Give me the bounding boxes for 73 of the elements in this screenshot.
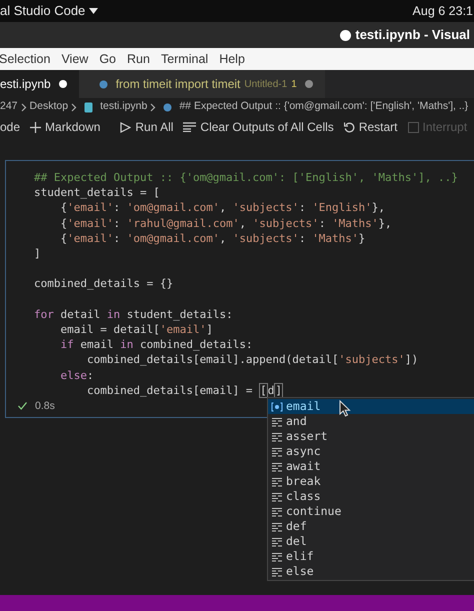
code-line: else:	[59, 368, 95, 383]
suggestion-item[interactable]: email	[268, 399, 474, 414]
clock: Aug 6 23:1	[412, 2, 474, 20]
editor-tab[interactable]: from timeit import timeit Untitled-1 1	[78, 70, 325, 98]
chevron-icon	[71, 102, 78, 112]
keyword-icon	[271, 492, 283, 502]
suggestion-item[interactable]: await	[268, 459, 474, 474]
keyword-icon	[271, 446, 283, 456]
chevron-icon	[20, 102, 27, 112]
tab-description: Untitled-1	[244, 78, 288, 92]
keyword-icon	[271, 536, 283, 546]
caret-icon	[89, 8, 98, 14]
window-title: testi.ipynb - Visual	[355, 26, 470, 44]
code-line: ## Expected Output :: {'om@gmail.com': ['English', 'Maths'], ..}	[34, 170, 459, 186]
keyword-icon	[271, 462, 283, 472]
toolbar-button[interactable]: Run All	[120, 118, 174, 136]
suggestion-item[interactable]: assert	[268, 429, 474, 444]
keyword-icon	[271, 416, 283, 426]
suggestion-item[interactable]: elif	[268, 549, 474, 564]
mouse-pointer-icon	[339, 400, 351, 417]
breadcrumb-item[interactable]: ## Expected Output :: {'om@gmail.com': ['English', 'Maths'], ..}	[179, 99, 468, 115]
play-icon	[120, 122, 132, 132]
suggestion-item[interactable]: async	[268, 444, 474, 459]
code-line: student_details = [	[34, 185, 161, 200]
code-line: {'email': 'om@gmail.com', 'subjects': 'English'},	[59, 200, 386, 216]
keyword-icon	[271, 566, 283, 576]
suggestion-item[interactable]: break	[268, 474, 474, 489]
breadcrumb-item[interactable]: Desktop	[30, 99, 68, 115]
menu-item[interactable]: View	[61, 50, 88, 68]
toolbar-button[interactable]: Markdown	[30, 118, 100, 136]
editor-tab[interactable]: esti.ipynb	[0, 70, 79, 98]
code-line: if email in combined_details:	[59, 337, 254, 352]
menu-item[interactable]: Run	[127, 50, 150, 68]
stop-icon	[408, 122, 418, 132]
code-line: {'email': 'rahul@gmail.com', 'subjects': 'Maths'},	[59, 216, 393, 231]
problem-count: 1	[291, 78, 297, 92]
code-line: combined_details = {}	[34, 276, 174, 292]
notebook-icon	[84, 102, 94, 112]
plus-icon	[30, 122, 42, 132]
python-icon	[163, 102, 172, 112]
chevron-icon	[150, 102, 156, 112]
code-line: for detail in student_details:	[34, 306, 234, 322]
lines-icon	[183, 122, 196, 132]
unsaved-dot-icon	[304, 80, 313, 88]
python-icon	[98, 80, 108, 88]
suggestion-item[interactable]: and	[268, 414, 474, 429]
keyword-icon	[271, 506, 283, 516]
suggestion-item[interactable]: continue	[268, 504, 474, 519]
breadcrumb-item[interactable]: testi.ipynb	[100, 99, 148, 115]
code-line: email = detail['email']	[59, 322, 214, 338]
code-line: {'email': 'om@gmail.com', 'subjects': 'Maths'}	[59, 230, 366, 246]
toolbar-button[interactable]: Clear Outputs of All Cells	[183, 118, 334, 136]
app-name[interactable]: al Studio Code	[0, 1, 86, 21]
variable-icon	[271, 402, 283, 412]
menu-item[interactable]: Help	[219, 50, 245, 68]
toolbar-button[interactable]: ode	[0, 118, 20, 136]
keyword-icon	[271, 476, 283, 486]
unsaved-dot-icon	[58, 80, 67, 88]
suggestion-item[interactable]: del	[268, 534, 474, 549]
menu-item[interactable]: Terminal	[160, 50, 208, 68]
keyword-icon	[271, 522, 283, 532]
breadcrumb-item[interactable]: 247	[0, 99, 18, 115]
code-line: combined_details[email].append(detail['subjects'])	[86, 352, 420, 368]
toolbar-button[interactable]: Restart	[344, 118, 398, 136]
code-line: ]	[34, 246, 42, 262]
menu-item[interactable]: Go	[99, 50, 116, 68]
suggestion-item[interactable]: class	[268, 489, 474, 504]
suggestion-item[interactable]: def	[268, 519, 474, 534]
run-duration: 0.8s	[35, 398, 55, 414]
restart-icon	[344, 122, 355, 132]
keyword-icon	[271, 552, 283, 562]
suggestion-item[interactable]: else	[268, 564, 474, 579]
keyword-icon	[271, 432, 283, 442]
